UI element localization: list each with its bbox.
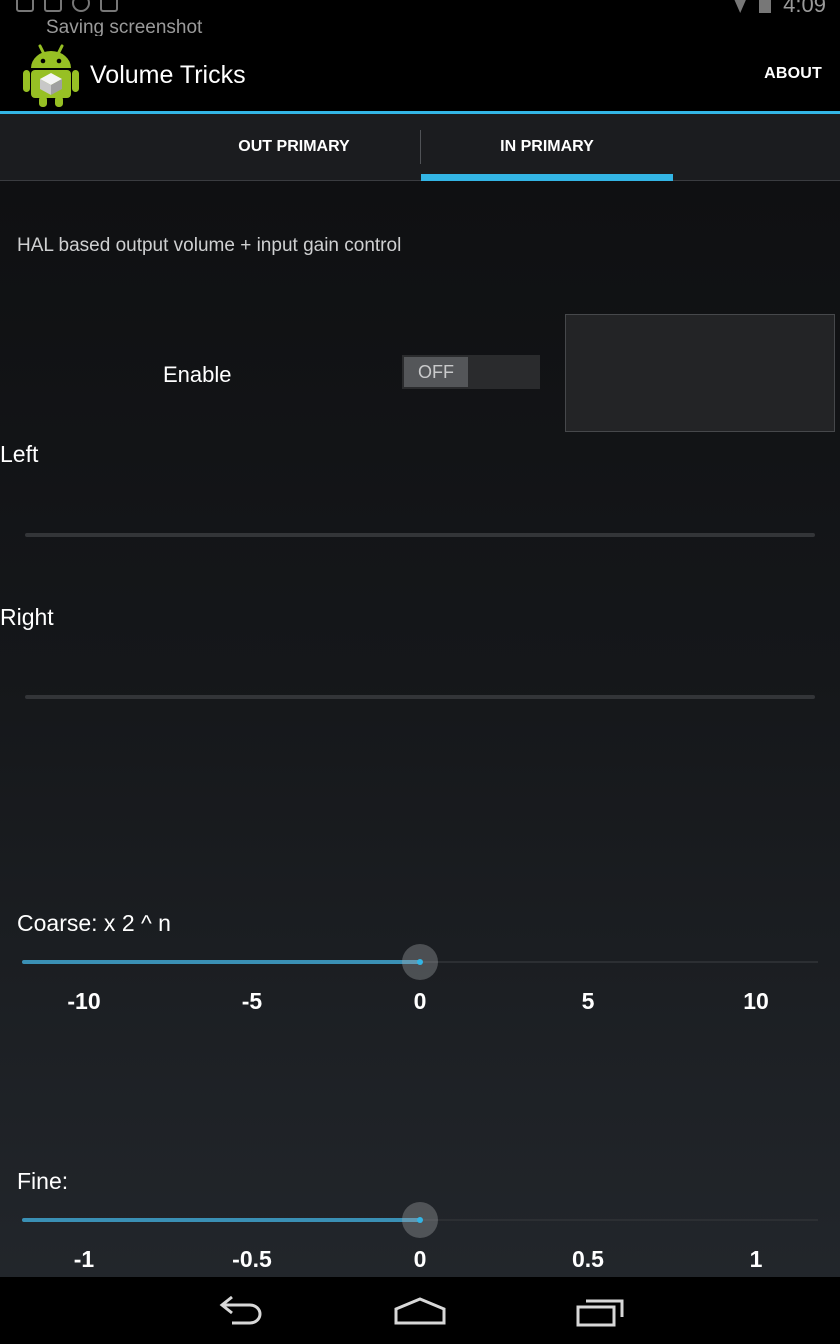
slider-fill [22, 960, 420, 964]
status-right-group: 4:09 [733, 0, 826, 18]
coarse-tick-labels: -10 -5 0 5 10 [0, 988, 840, 1018]
right-channel-label: Right [0, 604, 54, 630]
tick-label: 0 [413, 1246, 427, 1272]
slider-fill [22, 1218, 420, 1222]
left-channel-label: Left [0, 441, 39, 467]
level-display-box [565, 314, 835, 432]
tab-out-primary[interactable]: OUT PRIMARY [168, 114, 420, 180]
tick-label: 0 [413, 988, 427, 1014]
tick-label: 10 [743, 988, 769, 1014]
mail-icon [100, 0, 118, 12]
home-icon[interactable] [390, 1291, 450, 1331]
tick-label: -5 [241, 988, 263, 1014]
notification-icon [44, 0, 62, 12]
coarse-label: Coarse: x 2 ^ n [17, 910, 171, 936]
tab-in-primary[interactable]: IN PRIMARY [421, 114, 673, 181]
fine-tick-labels: -1 -0.5 0 0.5 1 [0, 1246, 840, 1276]
main-content: HAL based output volume + input gain con… [0, 181, 840, 1277]
fine-slider[interactable] [22, 1200, 818, 1240]
slider-thumb[interactable] [402, 1202, 438, 1238]
coarse-slider[interactable] [22, 942, 818, 982]
fine-label: Fine: [17, 1168, 69, 1194]
enable-toggle[interactable]: OFF [402, 355, 540, 389]
tick-label: -1 [73, 1246, 95, 1272]
notification-icon [72, 0, 90, 12]
status-bar: Saving screenshot 4:09 [0, 0, 840, 36]
wifi-icon [733, 0, 748, 13]
back-icon[interactable] [210, 1291, 270, 1331]
left-level-bar [25, 533, 815, 537]
action-bar: Volume Tricks ABOUT [0, 36, 840, 114]
tick-label: 0.5 [572, 1246, 604, 1272]
screenshot-icon [16, 0, 34, 12]
battery-icon [759, 0, 772, 13]
tick-label: 5 [581, 988, 595, 1014]
toggle-state-label: OFF [404, 357, 468, 387]
enable-label: Enable [163, 362, 232, 387]
status-notification-icons [16, 0, 118, 12]
tick-label: -10 [67, 988, 101, 1014]
android-robot-icon[interactable] [22, 42, 80, 108]
about-button[interactable]: ABOUT [764, 65, 822, 83]
tick-label: -0.5 [232, 1246, 272, 1272]
navigation-bar [0, 1277, 840, 1344]
status-notification-text: Saving screenshot [46, 17, 203, 36]
description-text: HAL based output volume + input gain con… [17, 235, 402, 256]
app-title: Volume Tricks [90, 61, 246, 89]
recent-apps-icon[interactable] [570, 1291, 630, 1331]
tab-bar: OUT PRIMARY IN PRIMARY [0, 114, 840, 181]
right-level-bar [25, 695, 815, 699]
tick-label: 1 [749, 1246, 763, 1272]
slider-thumb[interactable] [402, 944, 438, 980]
status-time: 4:09 [783, 0, 826, 17]
